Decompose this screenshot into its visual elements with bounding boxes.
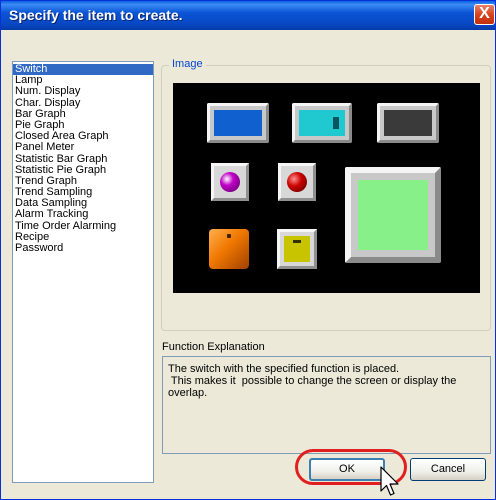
function-explanation-text: The switch with the specified function i… [162,356,491,454]
list-item[interactable]: Password [13,242,153,254]
create-item-dialog: Specify the item to create. X Switch Lamp… [0,0,496,500]
dark-switch-face [384,110,432,136]
cancel-button[interactable]: Cancel [410,458,486,481]
close-button[interactable]: X [474,4,495,25]
title-bar: Specify the item to create. X [1,1,495,30]
magenta-lamp-face [220,172,240,192]
list-item[interactable]: Statistic Bar Graph [13,153,153,165]
list-item[interactable]: Panel Meter [13,142,153,153]
explanation-line: This makes it possible to change the scr… [168,375,457,387]
red-lamp-preview [278,163,316,201]
list-item[interactable]: Alarm Tracking [13,209,153,220]
blue-switch-preview [207,103,269,143]
function-explanation-label: Function Explanation [162,341,265,353]
red-lamp-face [287,172,307,192]
image-group-label: Image [169,58,206,70]
item-type-list[interactable]: Switch Lamp Num. Display Char. Display Bar G… [12,61,154,483]
cyan-switch-preview [292,103,352,143]
yellow-lamp-bar [293,240,301,243]
magenta-lamp-preview [211,163,249,201]
cyan-switch-slot [333,117,339,129]
orange-square-lamp-preview [209,229,249,269]
explanation-line: overlap. [168,387,208,399]
explanation-line: The switch with the specified function i… [168,363,400,375]
orange-lamp-dot [227,234,231,238]
mouse-pointer-icon [380,466,399,496]
dialog-title: Specify the item to create. [9,7,183,23]
list-item[interactable]: Num. Display [13,86,153,97]
blue-switch-face [214,110,262,136]
yellow-square-lamp-preview [277,229,317,269]
dark-switch-preview [377,103,439,143]
image-preview [173,83,480,293]
close-icon: X [479,5,490,22]
green-switch-face [358,180,428,250]
green-switch-preview [345,167,441,263]
